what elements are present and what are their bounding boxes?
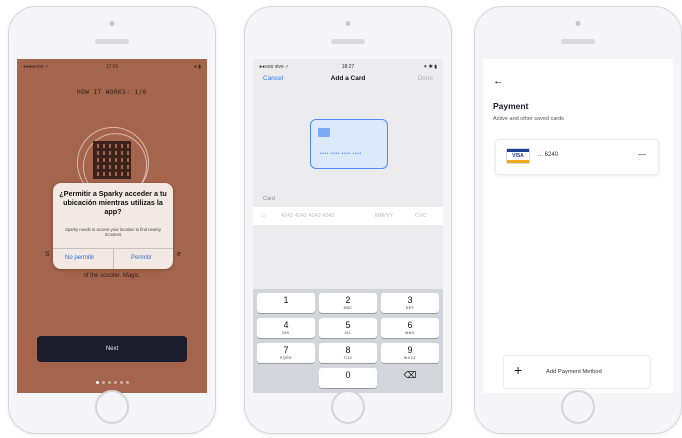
home-button[interactable]: [561, 390, 595, 424]
keypad-key-4[interactable]: 4 GHI: [257, 318, 315, 338]
camera-icon: [109, 21, 115, 26]
alert-message: Sparky needs to access your location to …: [65, 227, 161, 237]
alert-divider: [113, 249, 114, 269]
key-letters: GHI: [282, 331, 290, 335]
key-letters: MNO: [405, 331, 415, 335]
add-card-screen: ●●ooo vivo ✓ 18:27 ✦ ✱ ▮ Cancel Add a Ca…: [253, 59, 443, 393]
key-letters: JKL: [344, 331, 352, 335]
hint-text: of the scooter. Magic.: [83, 273, 141, 279]
cvc-input[interactable]: CVC: [415, 213, 427, 219]
expiry-input[interactable]: MM/YY: [375, 213, 393, 219]
key-digit: 7: [283, 345, 289, 355]
card-number-input[interactable]: 4242 4242 4242 4242: [281, 213, 335, 219]
page-dot: [119, 381, 123, 384]
status-time: 17:06: [105, 64, 119, 70]
obscured-text-left: S: [45, 251, 50, 258]
visa-stripe-bottom: [507, 160, 529, 163]
card-brand-text: VISA: [512, 153, 524, 159]
payment-screen: ← Payment Active and other saved cards V…: [483, 59, 673, 393]
key-letters: WXYZ: [403, 356, 417, 360]
speaker-grille: [95, 39, 129, 44]
numeric-keypad: 1 2 ABC 3 DEF 4 GHI 5 JKL 6 MNO 7 PQRS 8 TUV 9 WXYZ 0 ⌫: [253, 289, 443, 393]
visa-card-icon: VISA: [506, 148, 530, 164]
page-dot: [101, 381, 105, 384]
keypad-key-2[interactable]: 2 ABC: [319, 293, 377, 313]
key-letters: PQRS: [280, 356, 292, 360]
add-payment-method-button[interactable]: + Add Payment Method: [503, 355, 651, 389]
key-letters: TUV: [343, 356, 353, 360]
card-brand-icon: ▭: [261, 213, 267, 219]
phone-frame-1: ●●●●ooo ✓ 17:06 ● ▮ HOW IT WORKS: 1/6 S …: [8, 6, 216, 434]
key-letters: ABC: [343, 306, 353, 310]
key-letters: DEF: [405, 306, 415, 310]
location-permission-alert: ¿Permitir a Sparky acceder a tu ubicació…: [53, 183, 173, 269]
page-dot: [113, 381, 117, 384]
keypad-key-9[interactable]: 9 WXYZ: [381, 343, 439, 363]
key-digit: 0: [345, 370, 351, 380]
backspace-key[interactable]: ⌫: [381, 368, 439, 388]
key-digit: 6: [407, 320, 413, 330]
keypad-key-1[interactable]: 1: [257, 293, 315, 313]
camera-icon: [575, 21, 581, 26]
key-digit: 5: [345, 320, 351, 330]
page-title: Payment: [493, 101, 529, 111]
camera-icon: [345, 21, 351, 26]
onboarding-heading: HOW IT WORKS: 1/6: [77, 89, 147, 96]
key-digit: 1: [283, 295, 289, 305]
keypad-key-5[interactable]: 5 JKL: [319, 318, 377, 338]
page-indicator: [17, 371, 207, 389]
allow-button[interactable]: Permitir: [131, 255, 152, 261]
add-payment-method-label: Add Payment Method: [546, 369, 602, 375]
key-digit: 9: [407, 345, 413, 355]
card-last-four: ... 6240: [538, 152, 559, 158]
speaker-grille: [331, 39, 365, 44]
done-button[interactable]: Done: [417, 75, 433, 82]
alert-title: ¿Permitir a Sparky acceder a tu ubicació…: [59, 189, 167, 216]
page-dot: [95, 381, 99, 384]
qr-code-icon: [93, 141, 131, 179]
deny-button[interactable]: No permitir: [65, 255, 94, 261]
keypad-key-7[interactable]: 7 PQRS: [257, 343, 315, 363]
phone-frame-2: ●●ooo vivo ✓ 18:27 ✦ ✱ ▮ Cancel Add a Ca…: [244, 6, 452, 434]
battery-icon: ● ▮: [193, 64, 201, 70]
plus-icon: +: [514, 362, 523, 378]
card-options-icon[interactable]: —: [638, 150, 646, 159]
navigation-bar: Cancel Add a Card Done: [253, 69, 443, 89]
back-arrow-icon[interactable]: ←: [493, 75, 504, 87]
keypad-key-3[interactable]: 3 DEF: [381, 293, 439, 313]
how-it-works-screen: ●●●●ooo ✓ 17:06 ● ▮ HOW IT WORKS: 1/6 S …: [17, 59, 207, 393]
page-dot: [125, 381, 129, 384]
card-number-preview: •••• •••• •••• ••••: [320, 151, 362, 157]
card-field-label: Card: [263, 196, 275, 202]
speaker-grille: [561, 39, 595, 44]
keypad-key-0[interactable]: 0: [319, 368, 377, 388]
saved-card-item[interactable]: VISA ... 6240 —: [495, 139, 659, 175]
alert-actions: No permitir Permitir: [53, 248, 173, 269]
card-chip-icon: [318, 128, 330, 137]
key-digit: 4: [283, 320, 289, 330]
key-digit: 3: [407, 295, 413, 305]
key-digit: 2: [345, 295, 351, 305]
phone-frame-3: ← Payment Active and other saved cards V…: [474, 6, 682, 434]
visa-stripe-top: [507, 149, 529, 152]
status-bar: ●●●●ooo ✓ 17:06 ● ▮: [17, 62, 207, 72]
keypad-blank: [257, 368, 315, 388]
key-digit: ⌫: [403, 370, 417, 380]
card-illustration: •••• •••• •••• ••••: [310, 119, 388, 169]
home-button[interactable]: [331, 390, 365, 424]
next-button[interactable]: Next: [37, 336, 187, 362]
key-digit: 8: [345, 345, 351, 355]
card-input-row: ▭ 4242 4242 4242 4242 MM/YY CVC: [253, 207, 443, 225]
home-button[interactable]: [95, 390, 129, 424]
obscured-text-right: e: [177, 251, 181, 258]
keypad-key-6[interactable]: 6 MNO: [381, 318, 439, 338]
page-dot: [107, 381, 111, 384]
page-title: Add a Card: [330, 75, 366, 82]
page-subtitle: Active and other saved cards: [493, 116, 564, 122]
keypad-key-8[interactable]: 8 TUV: [319, 343, 377, 363]
